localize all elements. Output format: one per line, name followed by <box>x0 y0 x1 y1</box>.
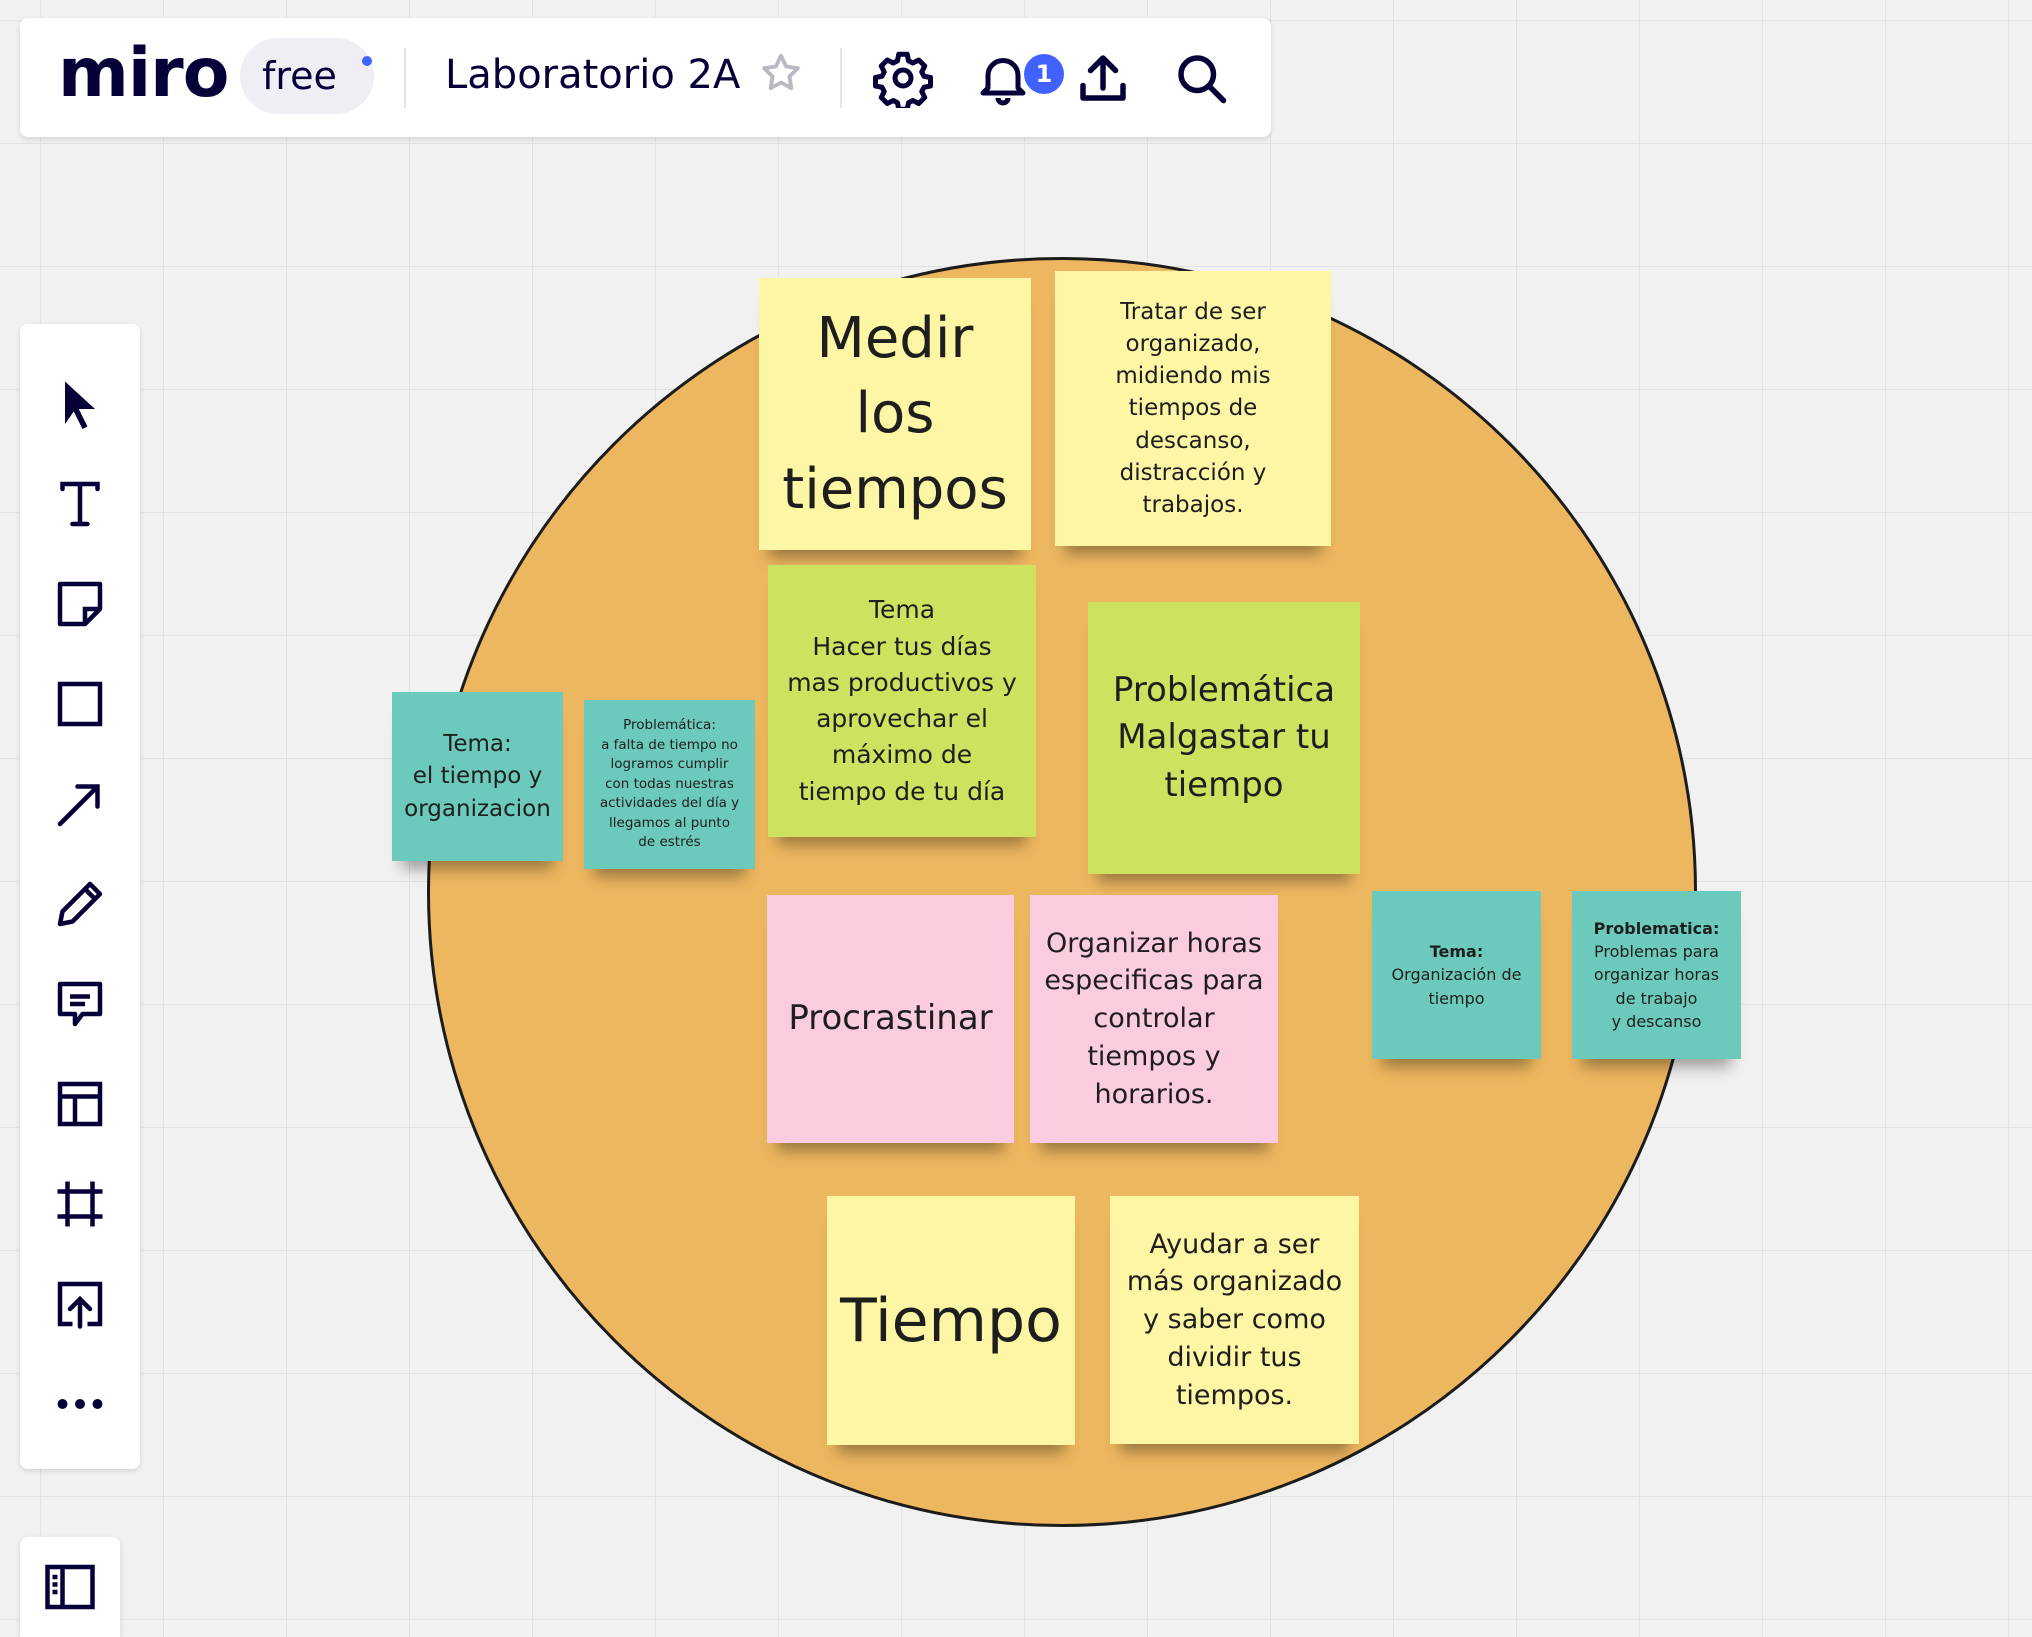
frame-icon[interactable] <box>50 1174 110 1234</box>
sticky-note[interactable]: Tema Hacer tus días mas productivos y ap… <box>768 565 1036 837</box>
board-panel-button[interactable] <box>20 1537 120 1637</box>
sticky-note[interactable]: Medir los tiempos <box>759 278 1031 550</box>
sticky-note[interactable]: Tratar de ser organizado, midiendo mis t… <box>1055 271 1331 546</box>
divider <box>404 48 406 108</box>
sticky-note[interactable]: Problematica: Problemas para organizar h… <box>1572 891 1741 1059</box>
note-text: Tiempo <box>840 1285 1062 1356</box>
note-text: Medir los tiempos <box>782 305 1008 522</box>
sticky-note[interactable]: Tema: el tiempo y organizacion <box>392 692 563 861</box>
select-cursor-icon[interactable] <box>50 374 110 434</box>
gear-icon[interactable] <box>873 48 933 108</box>
note-text: Tema Hacer tus días mas productivos y ap… <box>787 595 1017 806</box>
board-title[interactable]: Laboratorio 2A <box>445 52 740 98</box>
sticky-note[interactable]: Problemática Malgastar tu tiempo <box>1088 602 1360 874</box>
sticky-note[interactable]: Procrastinar <box>767 895 1014 1143</box>
note-text: Procrastinar <box>788 998 993 1039</box>
shape-rectangle-icon[interactable] <box>50 674 110 734</box>
note-title: Problematica: <box>1593 919 1720 939</box>
comment-icon[interactable] <box>50 974 110 1034</box>
note-text: Ayudar a ser más organizado y saber como… <box>1126 1228 1343 1411</box>
sticky-note-icon[interactable] <box>50 574 110 634</box>
note-text: Tratar de ser organizado, midiendo mis t… <box>1115 298 1271 518</box>
note-text: Problemática: a falta de tiempo no logra… <box>599 717 740 851</box>
sticky-note[interactable]: Organizar horas especificas para control… <box>1030 895 1278 1143</box>
sticky-note[interactable]: Tiempo <box>827 1196 1075 1445</box>
note-text: Organizar horas especificas para control… <box>1044 927 1264 1110</box>
template-layout-icon[interactable] <box>50 1074 110 1134</box>
plan-dot-icon <box>362 56 372 66</box>
sidebar-panel-icon <box>45 1564 95 1610</box>
plan-badge[interactable]: free <box>240 38 374 114</box>
arrow-tool-icon[interactable] <box>50 774 110 834</box>
miro-logo[interactable]: miro <box>58 40 229 108</box>
sticky-note[interactable]: Tema: Organización de tiempo <box>1372 891 1541 1059</box>
more-icon[interactable] <box>50 1374 110 1434</box>
pen-icon[interactable] <box>50 874 110 934</box>
sticky-note[interactable]: Problemática: a falta de tiempo no logra… <box>584 700 755 869</box>
note-text: Problemática Malgastar tu tiempo <box>1112 669 1336 805</box>
divider <box>840 48 842 108</box>
upload-icon[interactable] <box>1073 48 1133 108</box>
notification-badge: 1 <box>1024 54 1064 94</box>
note-text: Problemas para organizar horas de trabaj… <box>1593 942 1720 1031</box>
left-toolbar <box>20 324 140 1469</box>
search-icon[interactable] <box>1171 48 1231 108</box>
plan-label: free <box>262 54 337 98</box>
note-title: Tema: <box>1429 942 1484 962</box>
note-text: Tema: el tiempo y organizacion <box>404 731 551 822</box>
sticky-note[interactable]: Ayudar a ser más organizado y saber como… <box>1110 1196 1359 1444</box>
top-bar: miro free Laboratorio 2A 1 <box>20 18 1271 137</box>
star-icon[interactable] <box>758 50 804 96</box>
text-tool-icon[interactable] <box>50 474 110 534</box>
upload-file-icon[interactable] <box>50 1274 110 1334</box>
note-text: Organización de tiempo <box>1391 965 1522 1008</box>
